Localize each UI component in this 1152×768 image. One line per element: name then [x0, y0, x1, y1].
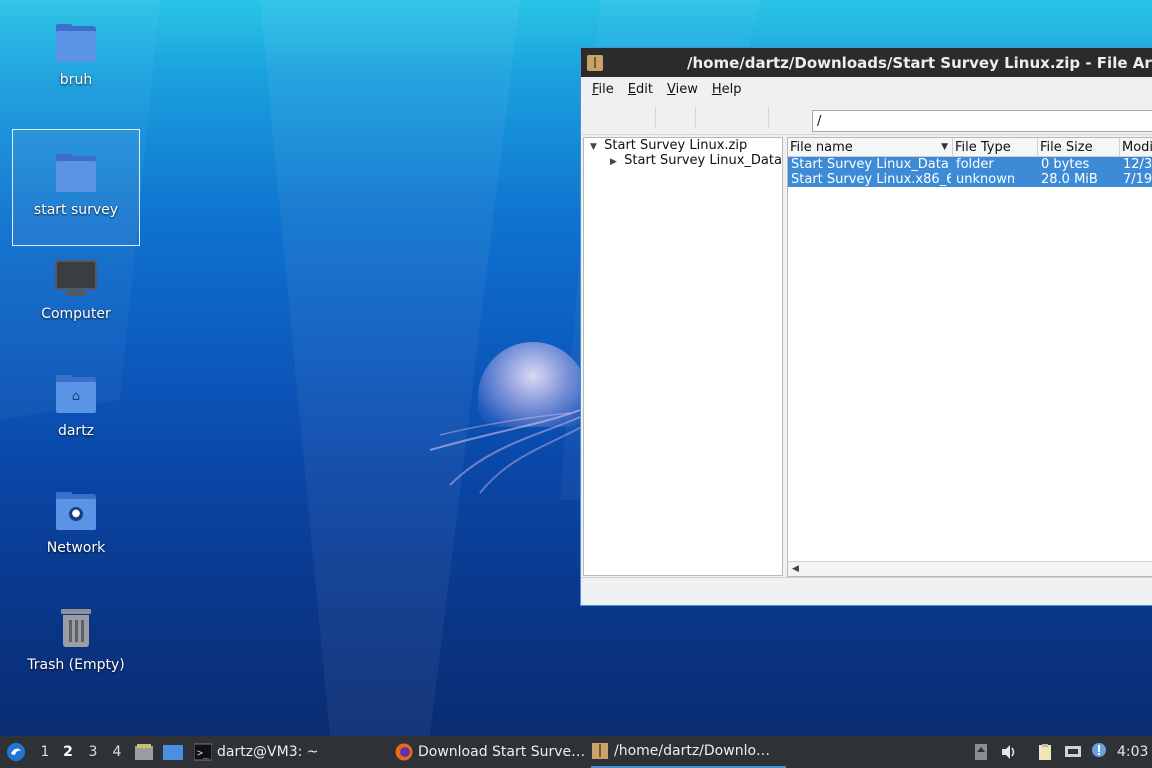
desktop-icon-dartz[interactable]: ⌂ dartz: [12, 351, 140, 468]
expander-expanded-icon[interactable]: ▼: [590, 142, 600, 152]
desktop-icon-network[interactable]: ● Network: [12, 468, 140, 585]
window-title: /home/dartz/Downloads/Start Survey Linux…: [687, 53, 1152, 72]
file-modified: 12/31/: [1123, 157, 1152, 172]
file-row[interactable]: Start Survey Linux.x86_64 unknown 28.0 M…: [788, 172, 1152, 187]
file-modified: 7/19/: [1123, 172, 1152, 187]
horizontal-scrollbar[interactable]: ◀: [788, 561, 1152, 576]
desktop-icon-label: Network: [46, 540, 106, 556]
svg-text:>_: >_: [197, 748, 210, 759]
tree-item-archive[interactable]: ▼ Start Survey Linux.zip: [590, 138, 747, 153]
tree-item-data-folder[interactable]: ▶ Start Survey Linux_Data: [610, 153, 782, 168]
menubar: File Edit View Help: [581, 77, 1152, 101]
column-header-file-size[interactable]: File Size: [1038, 138, 1120, 157]
desktop-icon-label: bruh: [59, 72, 93, 88]
statusbar: [581, 577, 1152, 605]
sort-down-icon: ▼: [941, 142, 948, 152]
file-manager-icon: [135, 744, 153, 760]
menu-help[interactable]: Help: [705, 82, 749, 97]
column-header-modified[interactable]: Modified: [1120, 138, 1152, 157]
home-folder-icon: ⌂: [54, 373, 98, 417]
folder-tree-pane[interactable]: ▼ Start Survey Linux.zip ▶ Start Survey …: [583, 137, 783, 576]
wallpaper-jellyfish-tentacles: [429, 409, 586, 494]
folder-icon: [54, 152, 98, 196]
desktop-icon-start-survey[interactable]: start survey: [12, 129, 140, 246]
task-file-archiver[interactable]: /home/dartz/Downlo…: [591, 736, 786, 768]
file-type: folder: [956, 157, 994, 172]
clock[interactable]: 4:03: [1117, 736, 1148, 768]
app-menu-button[interactable]: [6, 736, 26, 768]
expander-collapsed-icon[interactable]: ▶: [610, 157, 620, 167]
firefox-icon: [395, 743, 413, 761]
toolbar: [581, 101, 1152, 135]
network-folder-icon: ●: [54, 490, 98, 534]
file-name: Start Survey Linux.x86_64: [791, 172, 951, 187]
scroll-left-icon[interactable]: ◀: [792, 564, 799, 574]
desktop-icon-trash[interactable]: Trash (Empty): [12, 585, 140, 702]
computer-icon: [54, 256, 98, 300]
file-list-pane[interactable]: File name ▼ File Type File Size Modified…: [787, 137, 1152, 577]
menu-view[interactable]: View: [660, 82, 705, 97]
taskbar: 1 2 3 4 >_ dartz@VM3: ~ Download Start S…: [0, 736, 1152, 768]
file-type: unknown: [956, 172, 1016, 187]
clipboard-icon[interactable]: [1036, 743, 1054, 761]
file-manager-launcher[interactable]: [134, 736, 154, 768]
file-name: Start Survey Linux_Data: [791, 157, 949, 172]
column-header-file-name[interactable]: File name ▼: [788, 138, 953, 157]
file-size: 28.0 MiB: [1041, 172, 1098, 187]
task-firefox[interactable]: Download Start Surve…: [395, 736, 585, 768]
volume-icon[interactable]: [1000, 743, 1018, 761]
tray-updates-icon[interactable]: [972, 743, 990, 761]
file-archiver-window[interactable]: /home/dartz/Downloads/Start Survey Linux…: [580, 47, 1152, 606]
distro-logo-icon: [7, 743, 25, 761]
network-tray-icon[interactable]: [1064, 743, 1082, 761]
file-size: 0 bytes: [1041, 157, 1090, 172]
column-header-file-type[interactable]: File Type: [953, 138, 1038, 157]
desktop-icon-label: Computer: [41, 306, 111, 322]
desktop-icon-label: dartz: [57, 423, 95, 439]
desktop-icon-computer[interactable]: Computer: [12, 234, 140, 351]
location-path-input[interactable]: [812, 110, 1152, 132]
folder-icon: [54, 22, 98, 66]
workspace-3[interactable]: 3: [83, 736, 103, 768]
menu-edit[interactable]: Edit: [621, 82, 660, 97]
window-titlebar[interactable]: /home/dartz/Downloads/Start Survey Linux…: [581, 48, 1152, 77]
workspace-2[interactable]: 2: [58, 736, 78, 768]
show-desktop-launcher[interactable]: [162, 736, 184, 768]
desktop-icon-label: start survey: [33, 202, 119, 218]
workspace-1[interactable]: 1: [35, 736, 55, 768]
desktop-icon-label: Trash (Empty): [27, 657, 125, 673]
workspace-4[interactable]: 4: [107, 736, 127, 768]
trash-icon: [54, 607, 98, 651]
archive-icon: [587, 54, 603, 71]
file-row[interactable]: Start Survey Linux_Data folder 0 bytes 1…: [788, 157, 1152, 172]
toolbar-separator: [655, 107, 656, 129]
toolbar-separator: [768, 107, 769, 129]
desktop-icon: [163, 745, 183, 760]
terminal-icon: >_: [194, 743, 212, 761]
toolbar-separator: [695, 107, 696, 129]
desktop-icon-bruh[interactable]: bruh: [12, 0, 140, 117]
notification-icon[interactable]: [1090, 741, 1108, 759]
menu-file[interactable]: File: [585, 82, 621, 97]
task-terminal[interactable]: >_ dartz@VM3: ~: [194, 736, 384, 768]
archiver-icon: [592, 743, 608, 759]
